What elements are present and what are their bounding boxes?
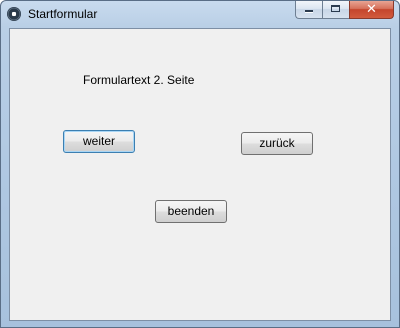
maximize-icon [331,5,340,12]
zurueck-button[interactable]: zurück [241,132,313,155]
app-icon[interactable] [7,7,21,21]
weiter-button[interactable]: weiter [63,130,135,153]
form-text-label: Formulartext 2. Seite [83,73,195,87]
minimize-icon [305,10,313,12]
main-window: Startformular ✕ Formulartext 2. Seite we… [0,0,400,328]
maximize-button[interactable] [322,1,349,19]
title-bar[interactable]: Startformular ✕ [1,1,399,28]
close-button[interactable]: ✕ [349,1,394,19]
window-title: Startformular [28,7,98,21]
close-icon: ✕ [366,2,377,17]
minimize-button[interactable] [295,1,322,19]
caption-buttons: ✕ [295,1,394,20]
form-client-area: Formulartext 2. Seite weiter zurück been… [9,28,391,321]
beenden-button[interactable]: beenden [155,200,227,223]
